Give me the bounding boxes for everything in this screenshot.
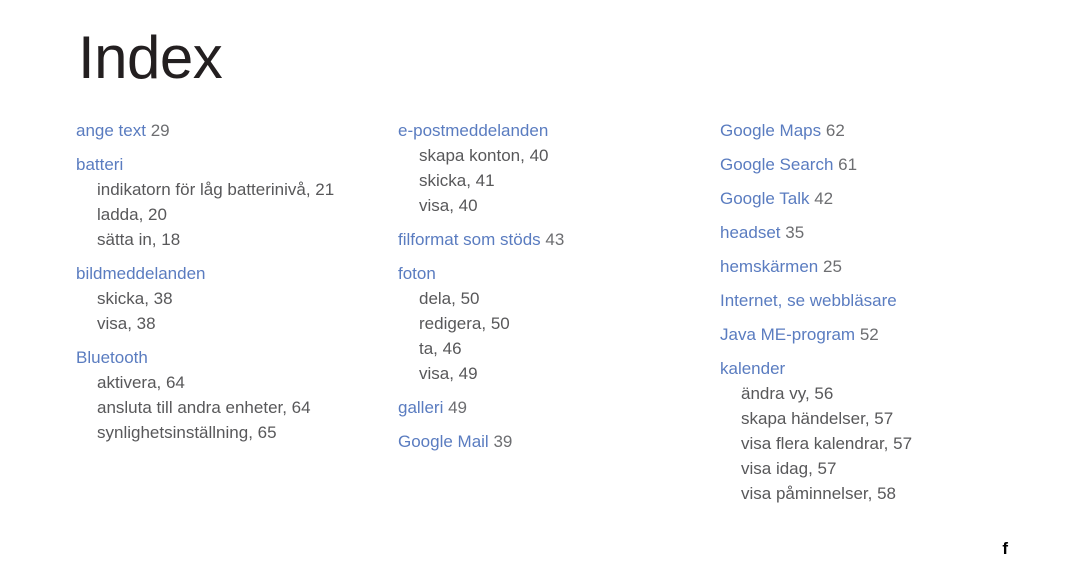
index-entry-page-number: 29	[150, 121, 170, 140]
index-group: e-postmeddelanden skapa konton, 40 skicka,…	[398, 118, 698, 218]
index-entry-heading[interactable]: Google Mail 39	[398, 429, 698, 454]
index-subentry[interactable]: skapa händelser, 57	[741, 406, 1040, 431]
footer-page-mark: f	[1002, 539, 1008, 558]
index-entry-heading[interactable]: Google Search 61	[720, 152, 1040, 177]
index-page: Index ange text 29 batteri indikatorn för …	[0, 0, 1080, 585]
index-group: Bluetooth aktivera, 64 ansluta till andra …	[76, 345, 376, 445]
index-group: Google Maps 62	[720, 118, 1040, 143]
index-subentry[interactable]: skapa konton, 40	[419, 143, 698, 168]
index-subentry[interactable]: synlighetsinställning, 65	[97, 420, 376, 445]
index-subentry[interactable]: visa, 38	[97, 311, 376, 336]
index-group: Google Talk 42	[720, 186, 1040, 211]
index-entry-page-number: 49	[448, 398, 468, 417]
index-entry-heading[interactable]: ange text 29	[76, 118, 376, 143]
index-group: Internet, se webbläsare	[720, 288, 1040, 313]
index-entry-heading[interactable]: Google Maps 62	[720, 118, 1040, 143]
index-group: batteri indikatorn för låg batterinivå, 2…	[76, 152, 376, 252]
index-entry-page-number: 52	[859, 325, 879, 344]
index-subentry[interactable]: ändra vy, 56	[741, 381, 1040, 406]
index-subentry[interactable]: visa, 49	[419, 361, 698, 386]
index-group: bildmeddelanden skicka, 38 visa, 38	[76, 261, 376, 336]
index-subentry[interactable]: visa idag, 57	[741, 456, 1040, 481]
index-group: headset 35	[720, 220, 1040, 245]
index-entry-heading[interactable]: headset 35	[720, 220, 1040, 245]
index-entry-page-number: 35	[785, 223, 805, 242]
index-subentry-list: dela, 50 redigera, 50 ta, 46 visa, 49	[398, 286, 698, 386]
index-group: galleri 49	[398, 395, 698, 420]
index-group: kalender ändra vy, 56 skapa händelser, 57 v…	[720, 356, 1040, 506]
index-group: foton dela, 50 redigera, 50 ta, 46 visa, 49	[398, 261, 698, 386]
index-entry-heading[interactable]: Bluetooth	[76, 345, 376, 370]
index-subentry[interactable]: visa flera kalendrar, 57	[741, 431, 1040, 456]
index-subentry-list: indikatorn för låg batterinivå, 21 ladda,…	[76, 177, 376, 252]
index-entry-page-number: 25	[823, 257, 842, 276]
index-group: Google Search 61	[720, 152, 1040, 177]
index-subentry[interactable]: sätta in, 18	[97, 227, 376, 252]
index-subentry[interactable]: ansluta till andra enheter, 64	[97, 395, 376, 420]
index-subentry[interactable]: ladda, 20	[97, 202, 376, 227]
index-entry-heading[interactable]: Internet, se webbläsare	[720, 288, 1040, 313]
index-entry-heading[interactable]: bildmeddelanden	[76, 261, 376, 286]
index-column-1: ange text 29 batteri indikatorn för låg ba…	[76, 118, 376, 454]
index-group: hemskärmen 25	[720, 254, 1040, 279]
index-entry-heading[interactable]: filformat som stöds 43	[398, 227, 698, 252]
index-column-3: Google Maps 62 Google Search 61 Google Tal…	[720, 118, 1040, 515]
index-group: filformat som stöds 43	[398, 227, 698, 252]
index-subentry-list: skicka, 38 visa, 38	[76, 286, 376, 336]
index-subentry[interactable]: skicka, 41	[419, 168, 698, 193]
index-subentry[interactable]: indikatorn för låg batterinivå, 21	[97, 177, 376, 202]
index-subentry[interactable]: skicka, 38	[97, 286, 376, 311]
index-subentry[interactable]: redigera, 50	[419, 311, 698, 336]
index-entry-page-number: 39	[493, 432, 513, 451]
index-entry-page-number: 43	[545, 230, 565, 249]
index-subentry[interactable]: ta, 46	[419, 336, 698, 361]
index-entry-page-number: 61	[838, 155, 858, 174]
index-group: Google Mail 39	[398, 429, 698, 454]
index-group: ange text 29	[76, 118, 376, 143]
index-columns: ange text 29 batteri indikatorn för låg ba…	[0, 118, 1080, 518]
index-entry-heading[interactable]: batteri	[76, 152, 376, 177]
index-group: Java ME-program 52	[720, 322, 1040, 347]
index-entry-heading[interactable]: Java ME-program 52	[720, 322, 1040, 347]
index-entry-heading[interactable]: hemskärmen 25	[720, 254, 1040, 279]
index-entry-heading[interactable]: kalender	[720, 356, 1040, 381]
index-entry-heading[interactable]: galleri 49	[398, 395, 698, 420]
index-subentry-list: ändra vy, 56 skapa händelser, 57 visa fler…	[720, 381, 1040, 506]
index-entry-heading[interactable]: e-postmeddelanden	[398, 118, 698, 143]
index-subentry[interactable]: aktivera, 64	[97, 370, 376, 395]
page-title: Index	[78, 24, 223, 91]
index-subentry-list: skapa konton, 40 skicka, 41 visa, 40	[398, 143, 698, 218]
index-subentry[interactable]: visa, 40	[419, 193, 698, 218]
index-subentry[interactable]: dela, 50	[419, 286, 698, 311]
index-entry-heading[interactable]: foton	[398, 261, 698, 286]
index-entry-page-number: 62	[825, 121, 845, 140]
index-column-2: e-postmeddelanden skapa konton, 40 skicka,…	[398, 118, 698, 463]
index-entry-heading[interactable]: Google Talk 42	[720, 186, 1040, 211]
index-subentry-list: aktivera, 64 ansluta till andra enheter, …	[76, 370, 376, 445]
index-entry-page-number: 42	[814, 189, 834, 208]
index-subentry[interactable]: visa påminnelser, 58	[741, 481, 1040, 506]
